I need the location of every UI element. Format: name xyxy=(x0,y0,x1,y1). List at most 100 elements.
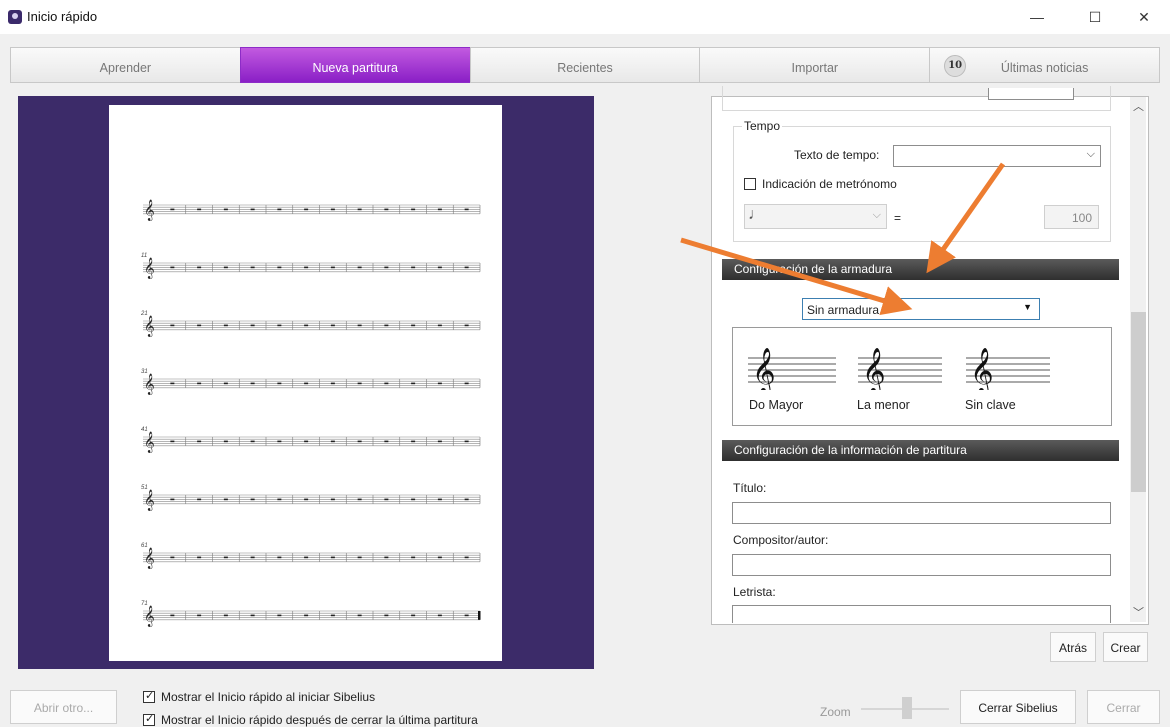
whole-rest xyxy=(223,324,228,327)
score-page: 𝄞 𝄞 11 𝄞 21 𝄞 31 𝄞 41 𝄞 51 𝄞 61 𝄞 71 xyxy=(109,105,502,661)
whole-rest xyxy=(170,266,175,269)
title-bar xyxy=(0,0,1170,34)
scroll-down-icon[interactable]: ﹀ xyxy=(1131,606,1146,621)
whole-rest xyxy=(437,440,442,443)
treble-clef-icon: 𝄞 xyxy=(144,432,155,453)
measure-number: 71 xyxy=(141,601,148,607)
chevron-down-icon: ⌵ xyxy=(872,209,881,221)
bpm-input[interactable]: 100 xyxy=(1044,205,1099,229)
whole-rest xyxy=(464,324,469,327)
metronome-label: Indicación de metrónomo xyxy=(762,177,897,191)
open-other-button[interactable]: Abrir otro... xyxy=(10,690,117,724)
whole-rest xyxy=(330,440,335,443)
composer-input[interactable] xyxy=(732,554,1111,576)
metronome-checkbox[interactable] xyxy=(744,178,756,190)
zoom-slider-thumb[interactable] xyxy=(902,697,912,719)
staff-system: 𝄞61 xyxy=(141,543,481,569)
show-after-close-label: Mostrar el Inicio rápido después de cerr… xyxy=(161,713,478,727)
staff-system: 𝄞31 xyxy=(141,369,481,395)
show-after-close-checkbox[interactable]: ✓ xyxy=(143,713,155,726)
whole-rest xyxy=(411,324,416,327)
whole-rest xyxy=(437,614,442,617)
whole-rest xyxy=(330,382,335,385)
tab-importar[interactable]: Importar xyxy=(699,47,930,83)
measure-number: 21 xyxy=(140,311,148,317)
close-button[interactable]: Cerrar xyxy=(1087,690,1160,724)
show-on-start-checkbox[interactable]: ✓ xyxy=(143,690,155,703)
tempo-text-select[interactable]: ⌵ xyxy=(893,145,1101,167)
whole-rest xyxy=(277,440,282,443)
staff-system: 𝄞 xyxy=(143,200,481,221)
whole-rest xyxy=(197,266,202,269)
whole-rest xyxy=(223,614,228,617)
whole-rest xyxy=(304,440,309,443)
whole-rest xyxy=(223,556,228,559)
whole-rest xyxy=(384,208,389,211)
la-menor-staff[interactable]: 𝄞 xyxy=(858,340,948,390)
whole-rest xyxy=(357,208,362,211)
whole-rest xyxy=(304,266,309,269)
whole-rest xyxy=(250,498,255,501)
back-button[interactable]: Atrás xyxy=(1050,632,1096,662)
tab-ultimas-noticias[interactable]: 10 Últimas noticias xyxy=(929,47,1160,83)
whole-rest xyxy=(170,498,175,501)
whole-rest xyxy=(437,556,442,559)
tempo-group-label: Tempo xyxy=(742,119,783,133)
whole-rest xyxy=(223,208,228,211)
scroll-up-icon[interactable]: ︿ xyxy=(1131,100,1146,115)
composer-label: Compositor/autor: xyxy=(733,533,829,547)
sibelius-app-icon xyxy=(8,10,22,24)
treble-clef-icon: 𝄞 xyxy=(144,258,155,279)
measure-number: 61 xyxy=(141,543,148,549)
whole-rest xyxy=(277,208,282,211)
checkmark-icon: ✓ xyxy=(145,690,155,702)
tab-aprender[interactable]: Aprender xyxy=(10,47,240,83)
whole-rest xyxy=(223,266,228,269)
create-button[interactable]: Crear xyxy=(1103,632,1148,662)
whole-rest xyxy=(464,556,469,559)
key-signature-select[interactable]: Sin armadura ▼ xyxy=(802,298,1040,320)
do-mayor-label[interactable]: Do Mayor xyxy=(749,398,803,412)
sin-clave-staff[interactable]: 𝄞 xyxy=(966,340,1056,390)
dropdown-arrow-icon: ▼ xyxy=(1023,302,1032,312)
maximize-button[interactable]: ☐ xyxy=(1072,4,1118,30)
sin-clave-label[interactable]: Sin clave xyxy=(965,398,1016,412)
whole-rest xyxy=(437,382,442,385)
whole-rest xyxy=(411,440,416,443)
whole-rest xyxy=(384,324,389,327)
title-label: Título: xyxy=(733,481,767,495)
whole-rest xyxy=(411,208,416,211)
whole-rest xyxy=(304,614,309,617)
whole-rest xyxy=(330,614,335,617)
treble-clef-icon: 𝄞 xyxy=(144,490,155,511)
whole-rest xyxy=(437,498,442,501)
whole-rest xyxy=(170,556,175,559)
whole-rest xyxy=(437,208,442,211)
treble-clef-icon: 𝄞 xyxy=(144,374,155,395)
la-menor-label[interactable]: La menor xyxy=(857,398,910,412)
final-barline xyxy=(478,611,481,620)
do-mayor-staff[interactable]: 𝄞 xyxy=(748,340,838,390)
whole-rest xyxy=(197,614,202,617)
news-count-badge: 10 xyxy=(944,55,967,77)
zoom-label: Zoom xyxy=(820,705,851,719)
whole-rest xyxy=(357,556,362,559)
close-sibelius-button[interactable]: Cerrar Sibelius xyxy=(960,690,1076,724)
whole-rest xyxy=(357,614,362,617)
key-signature-selected: Sin armadura xyxy=(807,303,880,317)
note-value-select[interactable]: ♩ ⌵ xyxy=(744,204,887,229)
lyricist-input[interactable] xyxy=(732,605,1111,623)
quarter-note-icon: ♩ xyxy=(748,206,764,223)
previous-group-field[interactable] xyxy=(988,88,1074,100)
whole-rest xyxy=(250,440,255,443)
whole-rest xyxy=(304,556,309,559)
tab-nueva-partitura[interactable]: Nueva partitura xyxy=(239,47,470,83)
title-input[interactable] xyxy=(732,502,1111,524)
whole-rest xyxy=(464,498,469,501)
minimize-button[interactable]: — xyxy=(1014,4,1060,30)
scrollbar-thumb[interactable] xyxy=(1131,312,1146,492)
whole-rest xyxy=(223,498,228,501)
close-window-button[interactable]: ✕ xyxy=(1121,4,1167,30)
tab-recientes[interactable]: Recientes xyxy=(469,47,700,83)
whole-rest xyxy=(304,382,309,385)
